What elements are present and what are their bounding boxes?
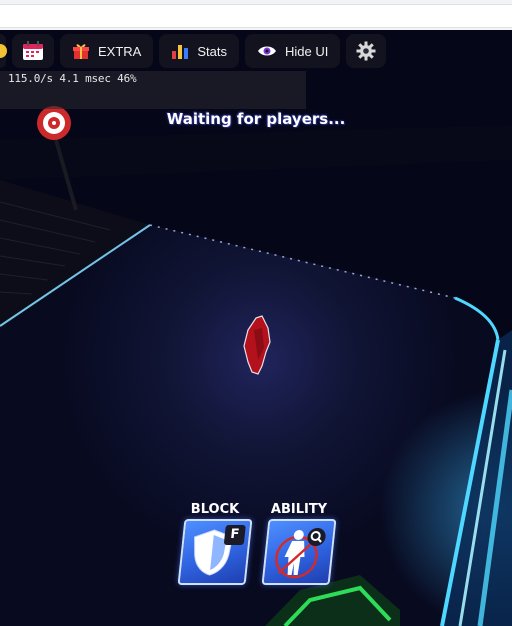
block-key-badge: F	[223, 525, 246, 545]
game-viewport[interactable]: EXTRA Stats Hide UI 115.0/s 4.1 msec 46%…	[0, 0, 512, 626]
stats-button[interactable]: Stats	[159, 34, 239, 68]
browser-bar	[0, 0, 512, 31]
perf-readout: 115.0/s 4.1 msec 46%	[8, 72, 137, 85]
calendar-button[interactable]	[12, 34, 54, 68]
status-message: Waiting for players...	[0, 110, 512, 128]
eye-icon	[257, 46, 276, 56]
stats-label: Stats	[197, 43, 227, 59]
block-label: BLOCK	[190, 502, 240, 517]
hide-ui-label: Hide UI	[284, 43, 329, 59]
address-strip	[0, 4, 512, 28]
gear-icon	[356, 41, 376, 61]
waiting-text: Waiting for players...	[166, 110, 346, 128]
currency-button[interactable]	[0, 34, 7, 68]
ability-button[interactable]	[261, 519, 337, 585]
bar-chart-icon	[172, 45, 189, 59]
coin-icon	[0, 44, 7, 58]
ability-label: ABILITY	[270, 502, 328, 517]
block-button[interactable]: F	[177, 519, 253, 585]
settings-button[interactable]	[346, 34, 387, 68]
gift-icon	[73, 44, 89, 59]
special-ability[interactable]: ABILITY	[261, 502, 337, 585]
extra-label: EXTRA	[98, 43, 142, 59]
block-ability[interactable]: BLOCK F	[177, 502, 253, 585]
calendar-icon	[23, 41, 43, 60]
hide-ui-button[interactable]: Hide UI	[244, 34, 341, 68]
extra-button[interactable]: EXTRA	[60, 34, 154, 68]
character-search-icon	[275, 528, 326, 579]
top-toolbar: EXTRA Stats Hide UI	[0, 33, 387, 69]
